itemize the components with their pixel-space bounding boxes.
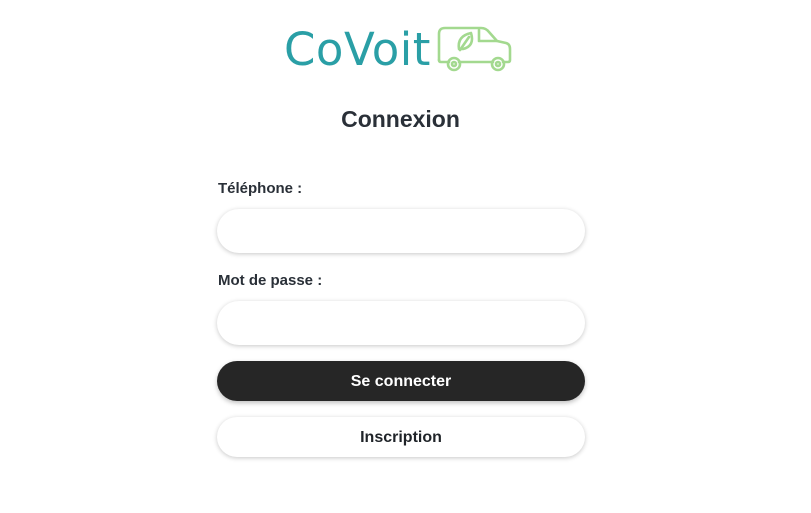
page-title: Connexion: [341, 106, 460, 132]
phone-input[interactable]: [217, 209, 585, 253]
phone-label: Téléphone :: [218, 180, 303, 197]
register-button[interactable]: Inscription: [217, 417, 585, 457]
brand-name: CoVoit: [284, 23, 431, 76]
covoit-logo: CoVoit: [284, 20, 513, 76]
password-input[interactable]: [217, 301, 585, 345]
login-page: CoVoit Connexion Téléphone : Mot de pass…: [0, 0, 811, 513]
car-leaf-icon: [437, 26, 512, 72]
login-button[interactable]: Se connecter: [217, 361, 585, 401]
password-label: Mot de passe :: [218, 272, 323, 289]
